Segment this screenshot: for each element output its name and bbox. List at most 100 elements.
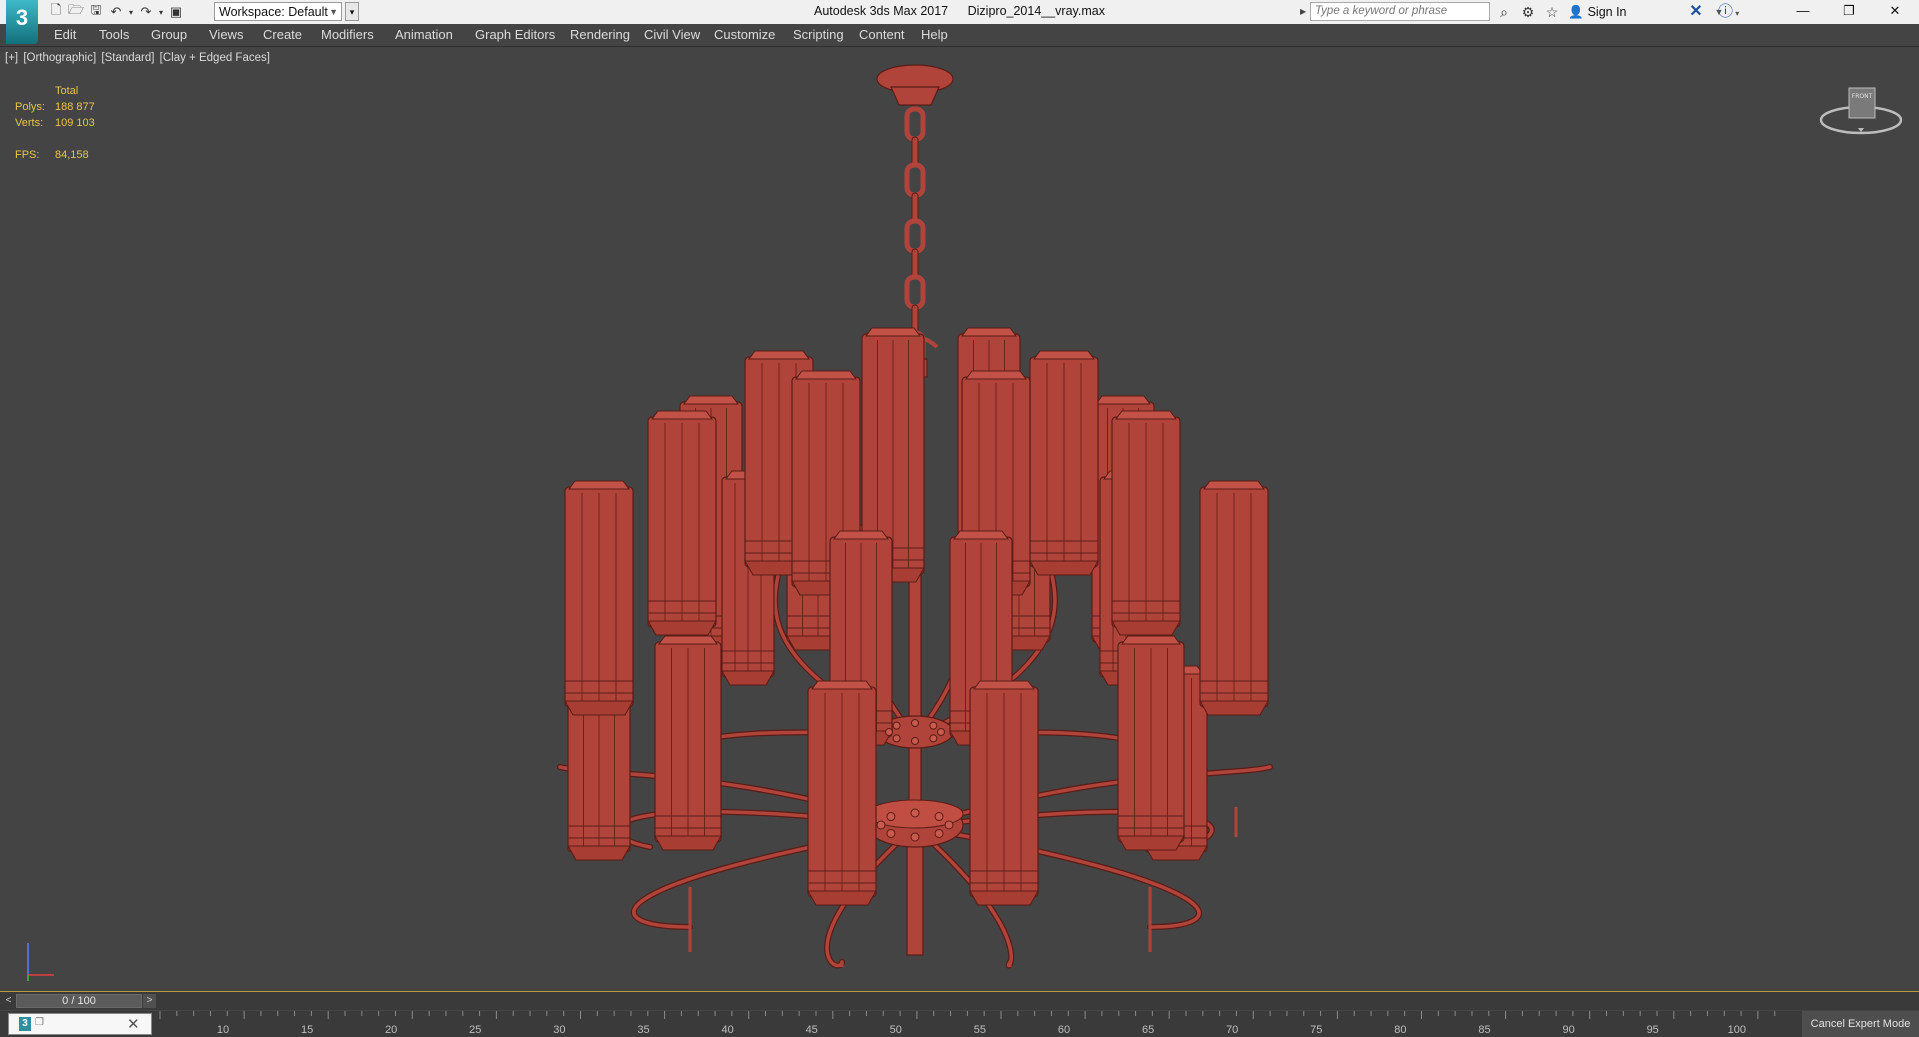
menu-scripting[interactable]: Scripting bbox=[793, 24, 844, 46]
lamp-shade-cap bbox=[973, 680, 1035, 690]
chain-link bbox=[904, 106, 926, 142]
lamp-shade-cap bbox=[811, 680, 873, 690]
menu-views[interactable]: Views bbox=[209, 24, 243, 46]
chain-link bbox=[904, 274, 926, 310]
menu-help[interactable]: Help bbox=[921, 24, 948, 46]
lamp-shade-cap bbox=[658, 635, 718, 645]
track-bar[interactable]: 3 ❐ ✕ 10 15 20 25 30 35 40 45 50 55 60 65 70 75 80 85 90… bbox=[0, 1011, 1919, 1037]
viewport-standard-menu[interactable]: [Standard] bbox=[101, 52, 154, 64]
viewcube[interactable]: FRONT bbox=[1818, 80, 1904, 140]
save-icon[interactable]: 🖫 bbox=[86, 2, 106, 22]
verts-label: Verts: bbox=[15, 117, 44, 129]
menu-civil-view[interactable]: Civil View bbox=[644, 24, 700, 46]
chain-link bbox=[904, 218, 926, 254]
timeline-tick-label: 45 bbox=[806, 1024, 818, 1036]
open-file-icon[interactable]: 🗁 bbox=[66, 2, 86, 22]
lamp-shade-cap bbox=[683, 395, 739, 405]
chandelier-arm bbox=[912, 764, 1273, 830]
close-button[interactable]: ✕ bbox=[1872, 0, 1918, 24]
hub-rivet bbox=[886, 828, 896, 838]
lamp-shade-cap bbox=[953, 530, 1009, 540]
viewport-point-of-view-menu[interactable]: [Orthographic] bbox=[23, 52, 96, 64]
time-slider[interactable]: < 0 / 100 > bbox=[0, 992, 1919, 1010]
restore-icon[interactable]: ❐ bbox=[35, 1017, 44, 1028]
compass-south-marker bbox=[1858, 128, 1864, 132]
time-slider-thumb[interactable]: 0 / 100 bbox=[16, 994, 142, 1008]
viewport[interactable]: [+] [Orthographic] [Standard] [Clay + Ed… bbox=[0, 47, 1919, 992]
hub-rivet bbox=[934, 828, 944, 838]
menu-group[interactable]: Group bbox=[151, 24, 187, 46]
customize-toolbar-button[interactable]: ▾ bbox=[345, 2, 359, 21]
hub-rivet bbox=[910, 808, 920, 818]
redo-icon[interactable]: ↷ bbox=[136, 2, 156, 22]
lamp-shade-base bbox=[969, 890, 1039, 906]
lamp-shade-base bbox=[721, 670, 775, 686]
verts-value: 109 103 bbox=[55, 117, 95, 129]
subscription-icon[interactable]: ⚙ bbox=[1518, 2, 1538, 22]
menu-graph-editors[interactable]: Graph Editors bbox=[475, 24, 555, 46]
menu-bar: Edit Tools Group Views Create Modifiers … bbox=[0, 24, 1919, 47]
timeline-tick-label: 35 bbox=[637, 1024, 649, 1036]
new-file-icon[interactable]: 🗋 bbox=[46, 2, 66, 22]
workspace-label: Workspace: Default bbox=[219, 5, 328, 19]
menu-edit[interactable]: Edit bbox=[54, 24, 76, 46]
viewport-shading-menu[interactable]: [Clay + Edged Faces] bbox=[160, 52, 270, 64]
hub-rivet bbox=[885, 728, 893, 736]
infocenter-toolbar: ⌕ ⚙ ☆ bbox=[1494, 2, 1562, 22]
viewcube-face-label: FRONT bbox=[1852, 93, 1873, 100]
timeline-tick-label: 65 bbox=[1142, 1024, 1154, 1036]
timeline-ruler[interactable]: 10 15 20 25 30 35 40 45 50 55 60 65 70 75 80 85 90 95 100 bbox=[156, 1011, 1786, 1037]
lamp-shade-base bbox=[1029, 560, 1099, 576]
menu-animation[interactable]: Animation bbox=[395, 24, 453, 46]
workspace-dropdown[interactable]: Workspace: Default ▼ bbox=[214, 2, 342, 21]
search-input[interactable]: Type a keyword or phrase bbox=[1310, 2, 1490, 21]
favorites-star-icon[interactable]: ☆ bbox=[1542, 2, 1562, 22]
chandelier-model[interactable] bbox=[0, 47, 1919, 991]
minimized-window-tab[interactable]: 3 ❐ ✕ bbox=[8, 1013, 152, 1035]
menu-tools[interactable]: Tools bbox=[99, 24, 129, 46]
rod-bottom bbox=[906, 829, 924, 956]
chandelier-arm bbox=[913, 765, 1272, 829]
viewport-general-menu[interactable]: [+] bbox=[5, 52, 18, 64]
redo-dropdown-icon[interactable]: ▾ bbox=[156, 2, 166, 22]
lamp-shade-cap bbox=[568, 480, 630, 490]
app-logo[interactable]: 3 bbox=[6, 0, 38, 44]
undo-dropdown-icon[interactable]: ▾ bbox=[126, 2, 136, 22]
lamp-shade-cap bbox=[865, 327, 921, 337]
timeline-tick-label: 50 bbox=[890, 1024, 902, 1036]
exchange-apps-icon[interactable]: ✕ bbox=[1686, 2, 1706, 22]
menu-customize[interactable]: Customize bbox=[714, 24, 775, 46]
lamp-shade-cap bbox=[965, 370, 1027, 380]
project-folder-icon[interactable]: ▣ bbox=[166, 2, 186, 22]
menu-rendering[interactable]: Rendering bbox=[570, 24, 630, 46]
viewport-label[interactable]: [+] [Orthographic] [Standard] [Clay + Ed… bbox=[5, 52, 272, 64]
binoculars-icon[interactable]: ⌕ bbox=[1494, 2, 1514, 22]
search-expand-icon[interactable]: ▶ bbox=[1300, 2, 1310, 21]
timeline-tick-label: 70 bbox=[1226, 1024, 1238, 1036]
sign-in-label: Sign In bbox=[1587, 5, 1627, 19]
cancel-expert-mode-button[interactable]: Cancel Expert Mode bbox=[1802, 1011, 1919, 1037]
previous-frame-button[interactable]: < bbox=[2, 994, 15, 1008]
hub-rivet bbox=[929, 734, 938, 743]
file-name: Dizipro_2014__vray.max bbox=[967, 4, 1105, 18]
menu-modifiers[interactable]: Modifiers bbox=[321, 24, 374, 46]
statistics-overlay: Total Polys: 188 877 Verts: 109 103 FPS:… bbox=[15, 83, 135, 163]
hub-rivet bbox=[944, 820, 954, 830]
close-icon[interactable]: ✕ bbox=[127, 1015, 140, 1033]
lamp-shade-base bbox=[1199, 700, 1269, 716]
timeline-tick-label: 75 bbox=[1310, 1024, 1322, 1036]
lamp-shade-cap bbox=[1203, 480, 1265, 490]
timeline-tick-label: 80 bbox=[1394, 1024, 1406, 1036]
hub-rivet bbox=[937, 728, 945, 736]
polys-value: 188 877 bbox=[55, 101, 95, 113]
help-icon[interactable]: ⓘ ▾ bbox=[1718, 2, 1746, 22]
restore-button[interactable]: ❐ bbox=[1826, 0, 1872, 24]
lamp-shade-cap bbox=[1033, 350, 1095, 360]
app-name: Autodesk 3ds Max 2017 bbox=[814, 4, 949, 18]
next-frame-button[interactable]: > bbox=[143, 994, 156, 1008]
undo-icon[interactable]: ↶ bbox=[106, 2, 126, 22]
lamp-shade-cap bbox=[961, 327, 1017, 337]
menu-content[interactable]: Content bbox=[859, 24, 905, 46]
menu-create[interactable]: Create bbox=[263, 24, 302, 46]
minimize-button[interactable]: — bbox=[1780, 0, 1826, 24]
